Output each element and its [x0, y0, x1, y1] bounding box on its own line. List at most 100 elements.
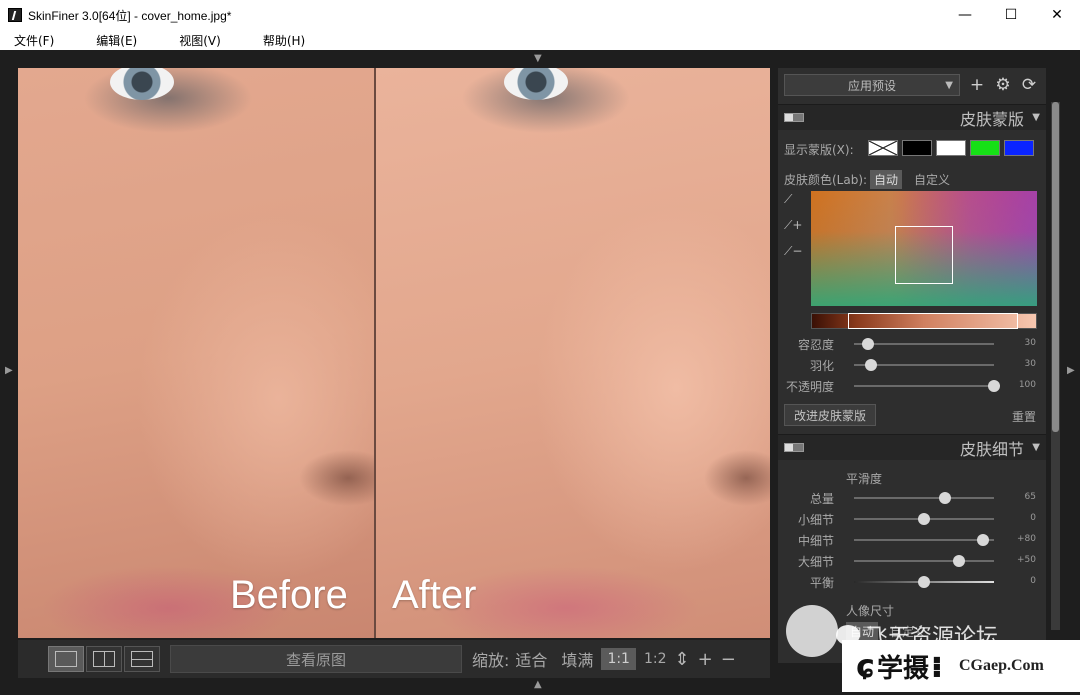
- slider-track[interactable]: [854, 380, 1000, 392]
- chevron-down-icon[interactable]: ▼: [1032, 442, 1040, 453]
- small-detail-slider[interactable]: 小细节 0: [778, 511, 1040, 527]
- improve-skin-mask-button[interactable]: 改进皮肤蒙版: [784, 404, 876, 426]
- slider-thumb[interactable]: [918, 513, 930, 525]
- minimize-button[interactable]: —: [942, 0, 988, 30]
- single-view-button[interactable]: [48, 646, 84, 672]
- mask-swatch-black[interactable]: [902, 140, 932, 156]
- before-image: [18, 68, 374, 638]
- panel-scrollbar[interactable]: [1051, 102, 1060, 630]
- preset-dropdown[interactable]: 应用预设 ▼: [784, 74, 960, 96]
- view-original-button[interactable]: 查看原图: [170, 645, 462, 673]
- slider-track[interactable]: [854, 576, 994, 588]
- split-vertical-button[interactable]: [86, 646, 122, 672]
- chevron-down-icon[interactable]: ▼: [1032, 112, 1040, 123]
- skin-color-selection-box[interactable]: [895, 226, 953, 284]
- slider-track[interactable]: [854, 534, 994, 546]
- slider-label: 平衡: [809, 576, 834, 590]
- right-collapse-arrow-icon[interactable]: ▶: [1067, 366, 1075, 376]
- slider-value: +50: [1017, 555, 1036, 565]
- zoom-1-1-button[interactable]: 1:1: [601, 648, 636, 670]
- left-collapse-arrow-icon[interactable]: ▶: [5, 366, 13, 376]
- split-horizontal-button[interactable]: [124, 646, 160, 672]
- eyedropper-subtract-icon[interactable]: ⟋−: [784, 244, 804, 262]
- slider-label: 不透明度: [785, 380, 834, 394]
- split-horizontal-icon: [131, 651, 153, 667]
- mask-swatch-green[interactable]: [970, 140, 1000, 156]
- tolerance-slider[interactable]: 容忍度 30: [778, 336, 1040, 352]
- slider-thumb[interactable]: [918, 576, 930, 588]
- image-viewport[interactable]: Before After: [18, 68, 770, 638]
- skin-mask-toggle[interactable]: [784, 113, 804, 122]
- eye-after: [504, 68, 568, 100]
- amount-slider[interactable]: 总量 65: [778, 490, 1040, 506]
- slider-track[interactable]: [854, 513, 994, 525]
- mask-swatch-blue[interactable]: [1004, 140, 1034, 156]
- menu-view[interactable]: 视图(V): [171, 32, 229, 49]
- slider-track[interactable]: [854, 555, 994, 567]
- slider-value: 30: [1024, 359, 1036, 369]
- split-divider[interactable]: [374, 68, 376, 638]
- slider-thumb[interactable]: [939, 492, 951, 504]
- zoom-spin-icon[interactable]: ⇕: [675, 649, 690, 670]
- menu-file[interactable]: 文件(F): [6, 32, 62, 49]
- slider-value: 65: [1024, 492, 1036, 502]
- slider-thumb[interactable]: [864, 359, 877, 371]
- logo-dots-icon: ■ ■ ■: [932, 654, 941, 678]
- zoom-in-icon[interactable]: +: [698, 649, 713, 670]
- skin-detail-toggle[interactable]: [784, 443, 804, 452]
- feather-slider[interactable]: 羽化 30: [778, 357, 1040, 373]
- skin-color-field[interactable]: [811, 191, 1037, 306]
- mask-swatch-white[interactable]: [936, 140, 966, 156]
- window-controls: — ☐ ✕: [942, 0, 1080, 30]
- panel-scrollbar-thumb[interactable]: [1052, 102, 1059, 432]
- portrait-size-preview: [786, 605, 838, 657]
- top-collapse-arrow-icon[interactable]: ▼: [534, 54, 542, 64]
- slider-label: 小细节: [797, 513, 834, 527]
- skin-tone-range-selection[interactable]: [848, 313, 1018, 329]
- medium-detail-slider[interactable]: 中细节 +80: [778, 532, 1040, 548]
- slider-thumb[interactable]: [988, 380, 1000, 392]
- skin-detail-header[interactable]: 皮肤细节 ▼: [778, 434, 1046, 460]
- slider-value: 0: [1030, 513, 1036, 523]
- skin-color-custom-button[interactable]: 自定义: [910, 170, 954, 189]
- opacity-slider[interactable]: 不透明度 100: [778, 378, 1040, 394]
- large-detail-slider[interactable]: 大细节 +50: [778, 553, 1040, 569]
- balance-slider[interactable]: 平衡 0: [778, 574, 1040, 590]
- zoom-fit-button[interactable]: 适合: [515, 647, 547, 671]
- menu-bar: 文件(F) 编辑(E) 视图(V) 帮助(H): [0, 30, 1080, 50]
- reset-button[interactable]: 重置: [1012, 408, 1036, 425]
- slider-track[interactable]: [854, 492, 994, 504]
- bottom-collapse-arrow-icon[interactable]: ▲: [534, 680, 542, 690]
- slider-label: 中细节: [797, 534, 834, 548]
- preset-dropdown-label: 应用预设: [847, 78, 896, 93]
- eyedropper-add-icon[interactable]: ⟋+: [784, 218, 804, 236]
- mask-swatch-none[interactable]: [868, 140, 898, 156]
- preset-row: 应用预设 ▼ + ⚙ ⟳: [784, 74, 1040, 96]
- skin-tone-range-bar[interactable]: [811, 313, 1037, 329]
- slider-thumb[interactable]: [862, 338, 874, 350]
- menu-edit[interactable]: 编辑(E): [88, 32, 145, 49]
- skin-color-auto-button[interactable]: 自动: [870, 170, 903, 189]
- eyedropper-icon[interactable]: ⟋: [784, 192, 804, 210]
- slider-thumb[interactable]: [953, 555, 965, 567]
- split-vertical-icon: [93, 651, 115, 667]
- logo-text: 学摄: [876, 653, 929, 684]
- zoom-out-icon[interactable]: −: [721, 649, 736, 670]
- slider-value: 30: [1024, 338, 1036, 348]
- before-label: Before: [230, 573, 348, 617]
- add-icon[interactable]: +: [968, 75, 986, 95]
- close-button[interactable]: ✕: [1034, 0, 1080, 30]
- slider-value: 100: [1018, 380, 1036, 390]
- menu-help[interactable]: 帮助(H): [255, 32, 313, 49]
- slider-value: 0: [1030, 576, 1036, 586]
- zoom-1-2-button[interactable]: 1:2: [644, 651, 667, 667]
- zoom-fill-button[interactable]: 填满: [561, 647, 593, 671]
- skin-mask-title: 皮肤蒙版: [959, 109, 1024, 129]
- slider-track[interactable]: [854, 338, 994, 350]
- slider-thumb[interactable]: [976, 534, 989, 546]
- maximize-button[interactable]: ☐: [988, 0, 1034, 30]
- gear-icon[interactable]: ⚙: [994, 75, 1012, 95]
- refresh-icon[interactable]: ⟳: [1020, 75, 1038, 95]
- slider-track[interactable]: [854, 359, 994, 371]
- skin-mask-header[interactable]: 皮肤蒙版 ▼: [778, 104, 1046, 130]
